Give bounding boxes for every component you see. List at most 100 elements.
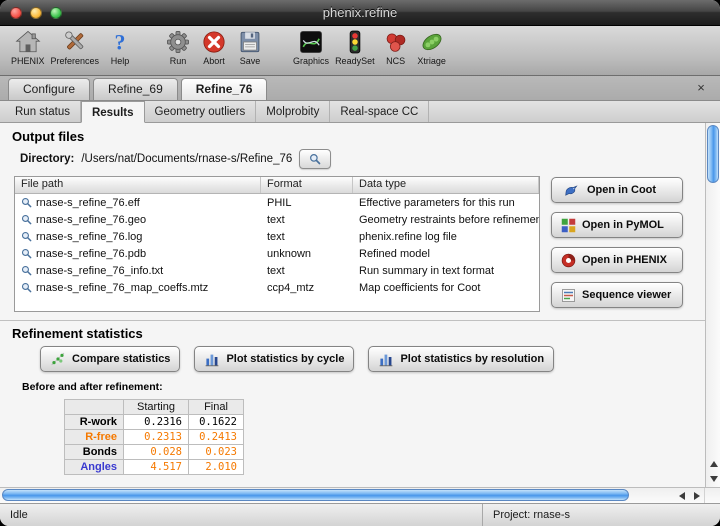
toolbar-button-graphics[interactable]: Graphics: [290, 28, 332, 66]
column-header-file-path[interactable]: File path: [15, 177, 261, 193]
file-data-type: Effective parameters for this run: [353, 197, 539, 209]
close-button[interactable]: [10, 7, 22, 19]
scroll-down-button[interactable]: [706, 471, 720, 486]
tab-results[interactable]: Results: [81, 101, 145, 123]
toolbar-button-phenix[interactable]: PHENIX: [8, 28, 48, 66]
column-header-data-type[interactable]: Data type: [353, 177, 539, 193]
result-tab-bar: Run status Results Geometry outliers Mol…: [0, 101, 720, 123]
compare-statistics-button[interactable]: Compare statistics: [40, 346, 180, 372]
toolbar-label: Run: [170, 56, 187, 66]
preview-file-icon[interactable]: [21, 282, 32, 293]
file-data-type: Geometry restraints before refinement: [353, 214, 539, 226]
statistics-buttons-row: Compare statistics Plot statistics by cy…: [40, 346, 695, 372]
graphics-icon: [297, 28, 325, 56]
toolbar-label: ReadySet: [335, 56, 375, 66]
plot-statistics-by-cycle-button[interactable]: Plot statistics by cycle: [194, 346, 354, 372]
stats-row-label: Angles: [65, 460, 123, 474]
sequence-viewer-button[interactable]: Sequence viewer: [551, 282, 683, 308]
help-icon: [106, 28, 134, 56]
up-arrow-icon: [710, 461, 718, 467]
column-header-format[interactable]: Format: [261, 177, 353, 193]
scroll-right-button[interactable]: [689, 488, 704, 503]
table-row[interactable]: rnase-s_refine_76.log text phenix.refine…: [15, 228, 539, 245]
toolbar-label: Abort: [203, 56, 225, 66]
toolbar-button-readyset[interactable]: ReadySet: [332, 28, 378, 66]
toolbar-button-run[interactable]: Run: [160, 28, 196, 66]
minimize-button[interactable]: [30, 7, 42, 19]
directory-browse-button[interactable]: [299, 149, 331, 169]
toolbar-button-help[interactable]: Help: [102, 28, 138, 66]
vertical-scrollbar-thumb[interactable]: [707, 125, 719, 183]
stats-value-final: 0.2413: [189, 430, 243, 444]
coot-bird-icon: [561, 183, 581, 198]
stats-column-final: Final: [189, 400, 243, 414]
sequence-viewer-icon: [561, 288, 576, 303]
file-format: text: [261, 214, 353, 226]
output-files-heading: Output files: [12, 129, 695, 144]
titlebar: phenix.refine: [0, 0, 720, 26]
scroll-left-button[interactable]: [674, 488, 689, 503]
toolbar-button-abort[interactable]: Abort: [196, 28, 232, 66]
close-tab-icon[interactable]: ×: [694, 81, 708, 94]
open-in-pymol-button[interactable]: Open in PyMOL: [551, 212, 683, 238]
stats-value-starting: 0.2313: [124, 430, 188, 444]
tab-geometry-outliers[interactable]: Geometry outliers: [145, 101, 257, 122]
table-row[interactable]: rnase-s_refine_76_map_coeffs.mtz ccp4_mt…: [15, 279, 539, 296]
output-files-area: File path Format Data type rnase-s_refin…: [14, 176, 695, 312]
status-bar: Idle Project: rnase-s: [0, 503, 720, 526]
scrollbar-corner: [704, 488, 720, 504]
table-row[interactable]: rnase-s_refine_76.geo text Geometry rest…: [15, 211, 539, 228]
search-icon: [309, 153, 321, 165]
table-row[interactable]: rnase-s_refine_76.eff PHIL Effective par…: [15, 194, 539, 211]
run-gear-icon: [164, 28, 192, 56]
table-row[interactable]: rnase-s_refine_76.pdb unknown Refined mo…: [15, 245, 539, 262]
toolbar-button-save[interactable]: Save: [232, 28, 268, 66]
project-status: Project: rnase-s: [482, 504, 720, 526]
file-name: rnase-s_refine_76.log: [36, 231, 142, 243]
before-after-table: Starting Final R-work 0.2316 0.1622 R-fr…: [64, 399, 244, 475]
toolbar-button-ncs[interactable]: NCS: [378, 28, 414, 66]
compare-scatter-icon: [50, 351, 66, 367]
toolbar-label: NCS: [386, 56, 405, 66]
tab-configure[interactable]: Configure: [8, 78, 90, 100]
preview-file-icon[interactable]: [21, 214, 32, 225]
phenix-home-icon: [14, 28, 42, 56]
tab-run-status[interactable]: Run status: [5, 101, 81, 122]
preview-file-icon[interactable]: [21, 248, 32, 259]
stats-value-starting: 0.2316: [124, 415, 188, 429]
open-in-phenix-button[interactable]: Open in PHENIX: [551, 247, 683, 273]
preview-file-icon[interactable]: [21, 197, 32, 208]
file-name: rnase-s_refine_76_map_coeffs.mtz: [36, 282, 208, 294]
plot-statistics-by-resolution-button[interactable]: Plot statistics by resolution: [368, 346, 554, 372]
file-data-type: Refined model: [353, 248, 539, 260]
preview-file-icon[interactable]: [21, 231, 32, 242]
results-content: Output files Directory: /Users/nat/Docum…: [0, 123, 705, 487]
horizontal-scrollbar-track[interactable]: [0, 488, 674, 504]
tab-refine-76[interactable]: Refine_76: [181, 78, 268, 100]
table-header: File path Format Data type: [15, 177, 539, 194]
preview-file-icon[interactable]: [21, 265, 32, 276]
vertical-scrollbar[interactable]: [705, 123, 720, 487]
tab-refine-69[interactable]: Refine_69: [93, 78, 178, 100]
tab-real-space-cc[interactable]: Real-space CC: [330, 101, 429, 122]
zoom-button[interactable]: [50, 7, 62, 19]
open-in-coot-button[interactable]: Open in Coot: [551, 177, 683, 203]
right-arrow-icon: [694, 492, 700, 500]
file-data-type: Map coefficients for Coot: [353, 282, 539, 294]
horizontal-scrollbar[interactable]: [0, 487, 720, 503]
toolbar-label: Graphics: [293, 56, 329, 66]
toolbar-label: Help: [111, 56, 130, 66]
horizontal-scrollbar-thumb[interactable]: [2, 489, 629, 501]
main-toolbar: PHENIX Preferences Help Run Abort Save G…: [0, 26, 720, 76]
pymol-icon: [561, 218, 576, 233]
toolbar-button-xtriage[interactable]: Xtriage: [414, 28, 450, 66]
stats-value-starting: 0.028: [124, 445, 188, 459]
tab-molprobity[interactable]: Molprobity: [256, 101, 330, 122]
table-row[interactable]: rnase-s_refine_76_info.txt text Run summ…: [15, 262, 539, 279]
file-format: text: [261, 231, 353, 243]
stats-value-starting: 4.517: [124, 460, 188, 474]
toolbar-button-preferences[interactable]: Preferences: [48, 28, 103, 66]
xtriage-icon: [418, 28, 446, 56]
left-arrow-icon: [679, 492, 685, 500]
scroll-up-button[interactable]: [706, 456, 720, 471]
